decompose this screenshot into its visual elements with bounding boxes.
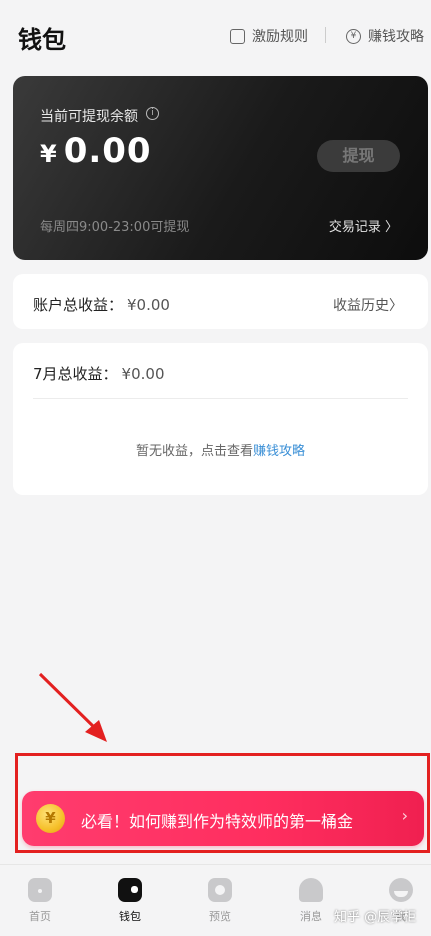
monthly-earnings-label: 7月总收益： xyxy=(33,365,118,383)
home-icon xyxy=(28,878,52,902)
balance-label: 当前可提现余额 xyxy=(40,109,138,125)
annotation-arrow xyxy=(38,672,107,742)
chevron-right-icon: › xyxy=(401,806,408,825)
rules-label: 激励规则 xyxy=(252,29,308,45)
earning-guide-banner[interactable]: ¥ 必看！如何赚到作为特效师的第一桶金 › xyxy=(22,791,424,846)
balance-card: 当前可提现余额 i ¥0.00 提现 每周四9:00-23:00可提现 交易记录… xyxy=(13,76,428,260)
total-earnings-card: 账户总收益： ¥0.00 收益历史〉 xyxy=(13,274,428,329)
tab-preview[interactable]: 预览 xyxy=(185,865,255,924)
info-icon[interactable]: i xyxy=(146,107,159,120)
total-earnings-label: 账户总收益： xyxy=(33,296,124,314)
camera-icon xyxy=(208,878,232,902)
tab-label: 预览 xyxy=(209,910,231,923)
guide-inline-link[interactable]: 赚钱攻略 xyxy=(253,444,305,459)
monthly-earnings-card: 7月总收益： ¥0.00 暂无收益，点击查看赚钱攻略 xyxy=(13,343,428,495)
guide-label: 赚钱攻略 xyxy=(368,29,424,45)
header-divider xyxy=(325,27,326,43)
tab-home[interactable]: 首页 xyxy=(5,865,75,924)
balance-value: 0.00 xyxy=(63,131,152,171)
watermark: 知乎 @辰掌柜 xyxy=(334,910,417,925)
total-earnings: 账户总收益： ¥0.00 xyxy=(33,294,170,315)
transactions-link[interactable]: 交易记录 〉 xyxy=(329,216,398,235)
tab-label: 首页 xyxy=(29,910,51,923)
profile-icon xyxy=(389,878,413,902)
bell-icon xyxy=(299,878,323,902)
total-earnings-value: ¥0.00 xyxy=(127,296,170,314)
divider xyxy=(33,398,408,399)
guide-link[interactable]: ¥ 赚钱攻略 xyxy=(346,26,424,46)
wallet-icon xyxy=(118,878,142,902)
tab-label: 钱包 xyxy=(119,910,141,923)
earnings-history-link[interactable]: 收益历史〉 xyxy=(333,295,403,315)
empty-note-text: 暂无收益，点击查看 xyxy=(135,444,253,459)
tab-wallet[interactable]: 钱包 xyxy=(95,865,165,924)
header: 钱包 激励规则 ¥ 赚钱攻略 xyxy=(0,0,431,70)
yen-icon: ¥ xyxy=(346,28,361,44)
coin-icon: ¥ xyxy=(36,804,65,833)
document-icon xyxy=(230,28,245,44)
empty-earnings-note: 暂无收益，点击查看赚钱攻略 xyxy=(13,440,428,459)
bottom-tab-bar: 首页 钱包 预览 消息 我 xyxy=(0,864,431,936)
rules-link[interactable]: 激励规则 xyxy=(230,26,308,46)
banner-text: 必看！如何赚到作为特效师的第一桶金 xyxy=(81,812,354,831)
withdraw-time-note: 每周四9:00-23:00可提现 xyxy=(40,220,190,235)
monthly-earnings-value: ¥0.00 xyxy=(121,365,165,383)
balance-amount: ¥0.00 xyxy=(40,131,152,171)
monthly-earnings: 7月总收益： ¥0.00 xyxy=(33,363,165,384)
page-title: 钱包 xyxy=(18,26,66,54)
withdraw-button[interactable]: 提现 xyxy=(317,140,400,172)
currency-symbol: ¥ xyxy=(40,140,58,168)
